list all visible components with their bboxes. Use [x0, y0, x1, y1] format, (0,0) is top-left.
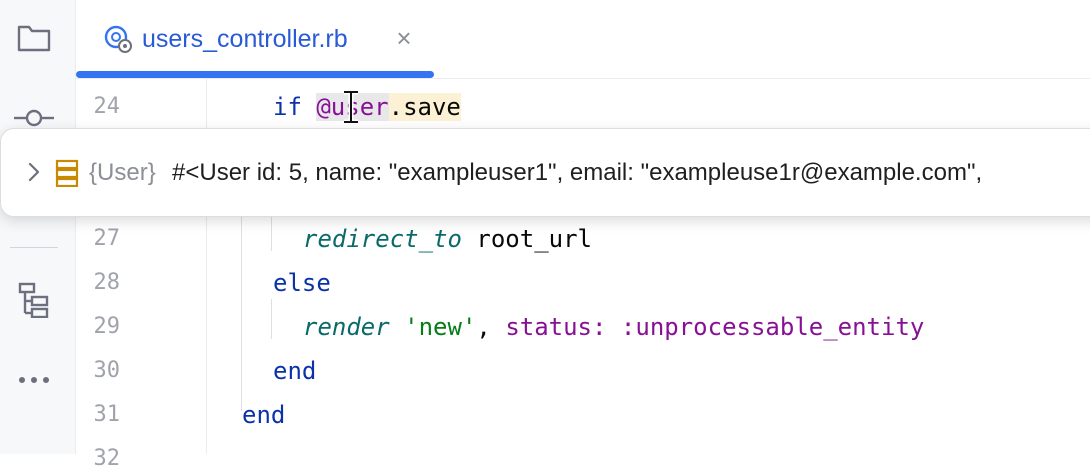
editor-tab-bar: users_controller.rb × [76, 0, 1090, 79]
text-cursor-icon [342, 89, 360, 125]
tool-window-sidebar [0, 0, 76, 454]
keyword-else: else [273, 269, 331, 297]
ruby-controller-icon [103, 24, 133, 54]
save-call: .save [388, 93, 461, 121]
code-line-27: redirect_to root_url [303, 224, 592, 254]
code-line-24: if @user.save [273, 92, 461, 122]
folder-icon[interactable] [14, 18, 54, 58]
line-number: 27 [93, 226, 121, 251]
symbol-unprocessable-entity: :unprocessable_entity [620, 313, 925, 341]
line-number: 24 [93, 94, 121, 119]
code-line-28: else [273, 268, 331, 298]
debug-value-popup: {User} #<User id: 5, name: "exampleuser1… [0, 128, 1090, 217]
code-line-31: end [242, 400, 285, 430]
active-tab-indicator [76, 71, 434, 78]
indent-guide [271, 299, 272, 339]
argument-root-url: root_url [461, 225, 592, 253]
line-number: 31 [93, 402, 121, 427]
line-number: 28 [93, 270, 121, 295]
code-line-29: render 'new', status: :unprocessable_ent… [303, 312, 924, 342]
keyword-end: end [242, 401, 286, 429]
chevron-right-icon[interactable] [25, 161, 43, 183]
object-icon [54, 159, 80, 188]
close-icon[interactable]: × [392, 24, 416, 52]
value-type-label: {User} [89, 159, 156, 186]
code-line-30: end [273, 356, 316, 386]
line-number: 32 [93, 446, 121, 471]
method-render: render [303, 313, 390, 341]
keyword-end: end [273, 357, 317, 385]
tab-label: users_controller.rb [142, 25, 348, 53]
instance-variable-part: @u [316, 93, 346, 121]
line-number: 30 [93, 358, 121, 383]
string-new: 'new' [404, 313, 477, 341]
method-redirect-to: redirect_to [303, 225, 462, 253]
more-icon[interactable] [14, 360, 54, 400]
indent-guide [271, 211, 272, 251]
value-text: #<User id: 5, name: "exampleuser1", emai… [172, 159, 983, 186]
sidebar-separator [10, 247, 58, 248]
structure-icon[interactable] [14, 280, 54, 320]
indent-guide [241, 211, 242, 411]
keyword-if: if [273, 93, 302, 121]
hash-key-status: status: [505, 313, 607, 341]
line-number: 29 [93, 314, 121, 339]
tab-users-controller[interactable]: users_controller.rb × [76, 0, 436, 78]
comma: , [476, 313, 491, 341]
